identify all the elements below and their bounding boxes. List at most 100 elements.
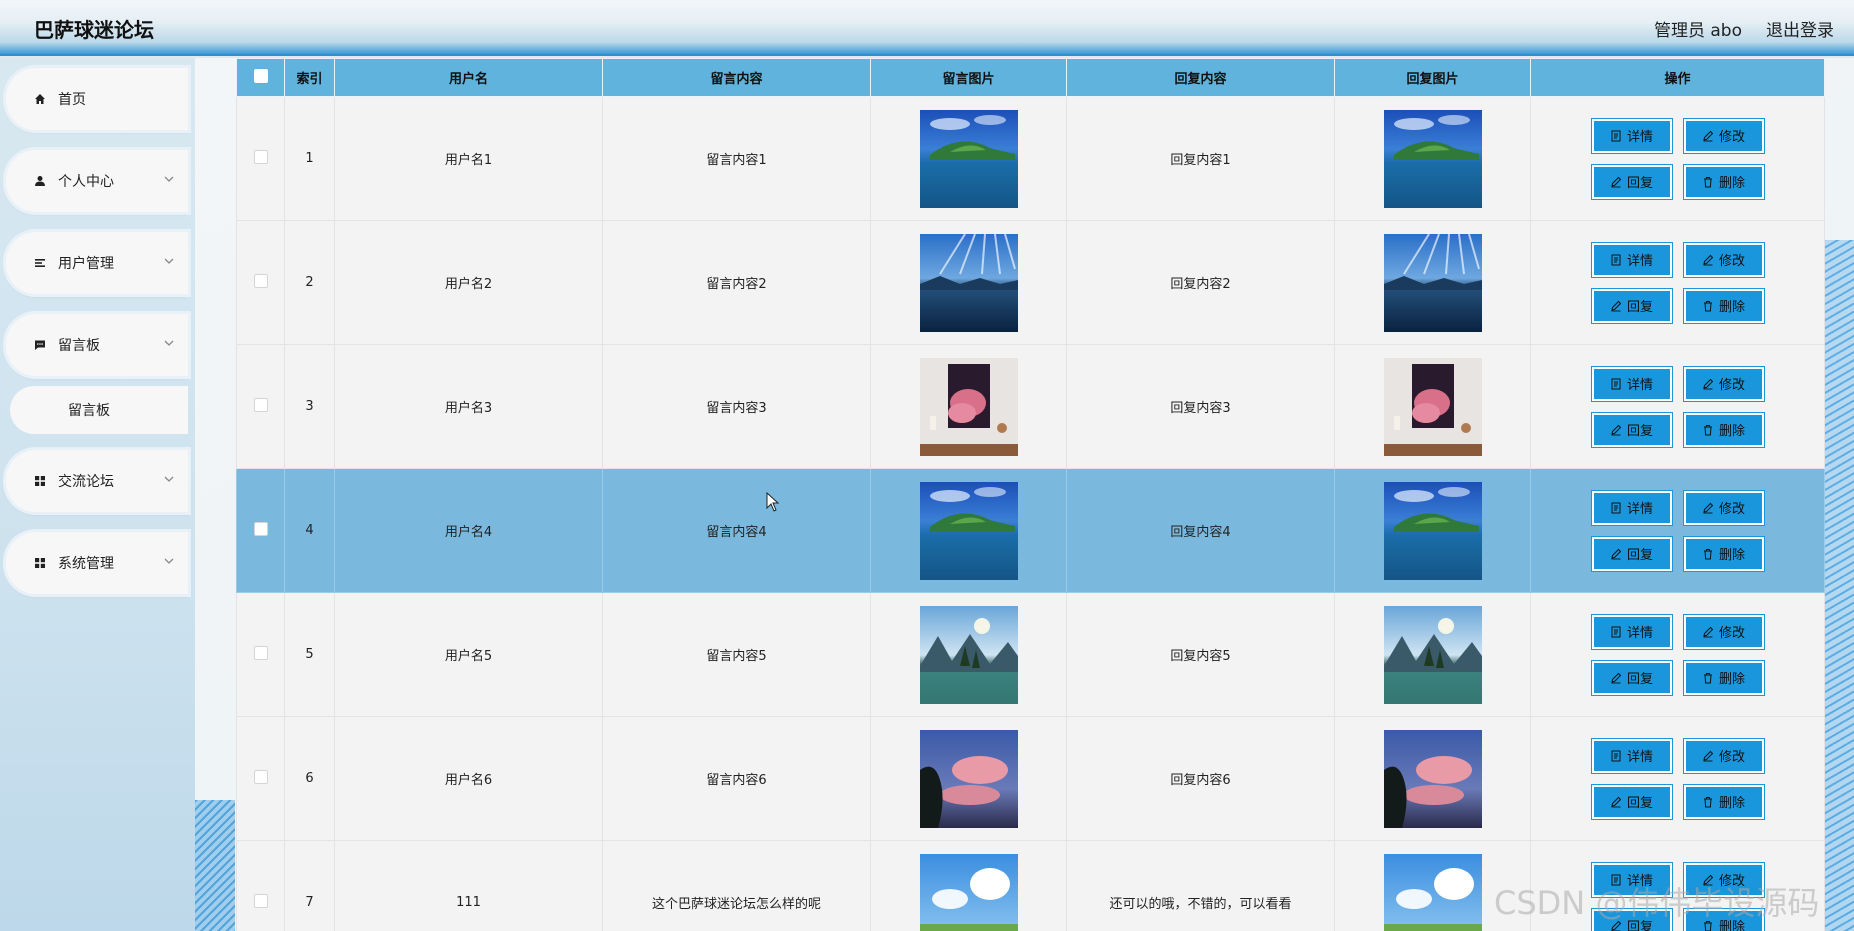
reply-button[interactable]: 回复 — [1590, 411, 1673, 448]
delete-button[interactable]: 删除 — [1682, 287, 1765, 324]
detail-button[interactable]: 详情 — [1590, 489, 1673, 526]
actions-cell: 详情 修改回复 删除 — [1530, 96, 1825, 221]
trash-icon — [1703, 672, 1712, 683]
grid-icon — [32, 473, 48, 489]
reply-button[interactable]: 回复 — [1590, 163, 1673, 200]
select-cell — [236, 96, 285, 221]
detail-button[interactable]: 详情 — [1590, 737, 1673, 774]
reply-image[interactable] — [1383, 233, 1482, 332]
detail-button[interactable]: 详情 — [1590, 613, 1673, 650]
reply-button[interactable]: 回复 — [1590, 783, 1673, 820]
reply-image[interactable] — [1383, 605, 1482, 704]
reply-image-cell — [1334, 220, 1531, 345]
table-header-row: 索引 用户名 留言内容 留言图片 回复内容 回复图片 操作 — [236, 58, 1825, 97]
button-label: 回复 — [1626, 300, 1653, 315]
sidebar-item-home[interactable]: 首页 — [6, 68, 188, 130]
table-row[interactable]: 1 用户名1 留言内容1 回复内容1 详情 修改 回复 删除 — [236, 96, 1825, 221]
delete-button[interactable]: 删除 — [1682, 783, 1765, 820]
admin-user-label[interactable]: 管理员 abo — [1654, 16, 1742, 41]
delete-button[interactable]: 删除 — [1682, 163, 1765, 200]
sidebar-item-user-management[interactable]: 用户管理 — [6, 232, 188, 294]
row-checkbox[interactable] — [253, 397, 268, 412]
username-cell: 用户名6 — [334, 716, 603, 841]
sidebar-item-label: 留言板 — [58, 338, 100, 354]
index-cell: 1 — [284, 96, 335, 221]
message-image-cell — [870, 220, 1067, 345]
button-label: 详情 — [1626, 626, 1653, 641]
message-cell: 留言内容1 — [602, 96, 871, 221]
reply-button[interactable]: 回复 — [1590, 535, 1673, 572]
logout-link[interactable]: 退出登录 — [1766, 16, 1834, 41]
sidebar-item-system-management[interactable]: 系统管理 — [6, 532, 188, 594]
message-image[interactable] — [919, 481, 1018, 580]
pencil-icon — [1703, 130, 1714, 141]
edit-button[interactable]: 修改 — [1682, 613, 1765, 650]
chevron-down-icon — [164, 340, 174, 346]
message-cell: 留言内容5 — [602, 592, 871, 717]
reply-image[interactable] — [1383, 729, 1482, 828]
table-row[interactable]: 3 用户名3 留言内容3 回复内容3 详情 修改 回复 删除 — [236, 344, 1825, 469]
sidebar-item-label: 个人中心 — [58, 174, 114, 190]
reply-image[interactable] — [1383, 109, 1482, 208]
edit-button[interactable]: 修改 — [1682, 365, 1765, 402]
message-image[interactable] — [919, 853, 1018, 931]
delete-button[interactable]: 删除 — [1682, 411, 1765, 448]
message-image[interactable] — [919, 729, 1018, 828]
message-image[interactable] — [919, 605, 1018, 704]
row-checkbox[interactable] — [253, 273, 268, 288]
sidebar-subitem-message-board[interactable]: 留言板 — [10, 386, 188, 434]
document-icon — [1611, 254, 1621, 265]
detail-button[interactable]: 详情 — [1590, 365, 1673, 402]
reply-image[interactable] — [1383, 357, 1482, 456]
index-cell: 6 — [284, 716, 335, 841]
button-label: 详情 — [1626, 130, 1653, 145]
row-checkbox[interactable] — [253, 769, 268, 784]
column-header: 操作 — [1530, 58, 1825, 97]
reply-image[interactable] — [1383, 481, 1482, 580]
sidebar-item-label: 交流论坛 — [58, 474, 114, 490]
reply-button[interactable]: 回复 — [1590, 287, 1673, 324]
detail-button[interactable]: 详情 — [1590, 241, 1673, 278]
table-row[interactable]: 6 用户名6 留言内容6 回复内容6 详情 修改 回复 删除 — [236, 716, 1825, 841]
edit-button[interactable]: 修改 — [1682, 489, 1765, 526]
reply-image-cell — [1334, 716, 1531, 841]
select-all-checkbox[interactable] — [253, 68, 268, 83]
list-icon — [32, 255, 48, 271]
edit-button[interactable]: 修改 — [1682, 241, 1765, 278]
reply-image[interactable] — [1383, 853, 1482, 931]
edit-button[interactable]: 修改 — [1682, 117, 1765, 154]
button-label: 修改 — [1718, 130, 1745, 145]
reply-image-cell — [1334, 96, 1531, 221]
reply-cell: 回复内容4 — [1066, 468, 1335, 593]
button-label: 修改 — [1718, 254, 1745, 269]
button-label: 删除 — [1718, 300, 1745, 315]
mouse-cursor-icon — [766, 492, 780, 512]
message-image[interactable] — [919, 109, 1018, 208]
row-checkbox[interactable] — [253, 521, 268, 536]
chevron-down-icon — [164, 476, 174, 482]
sidebar-item-personal-center[interactable]: 个人中心 — [6, 150, 188, 212]
row-checkbox[interactable] — [253, 149, 268, 164]
column-header: 留言内容 — [602, 58, 871, 97]
message-icon — [32, 337, 48, 353]
username-cell: 用户名5 — [334, 592, 603, 717]
index-cell: 4 — [284, 468, 335, 593]
message-image[interactable] — [919, 357, 1018, 456]
row-checkbox[interactable] — [253, 893, 268, 908]
detail-button[interactable]: 详情 — [1590, 117, 1673, 154]
row-checkbox[interactable] — [253, 645, 268, 660]
document-icon — [1611, 130, 1621, 141]
table-row[interactable]: 4 用户名4 留言内容4 回复内容4 详情 修改 回复 删除 — [236, 468, 1825, 593]
message-image[interactable] — [919, 233, 1018, 332]
reply-button[interactable]: 回复 — [1590, 659, 1673, 696]
actions-cell: 详情 修改回复 删除 — [1530, 220, 1825, 345]
button-label: 删除 — [1718, 672, 1745, 687]
index-cell: 2 — [284, 220, 335, 345]
sidebar-item-forum[interactable]: 交流论坛 — [6, 450, 188, 512]
edit-button[interactable]: 修改 — [1682, 737, 1765, 774]
delete-button[interactable]: 删除 — [1682, 535, 1765, 572]
sidebar-item-message-board[interactable]: 留言板 — [6, 314, 188, 376]
delete-button[interactable]: 删除 — [1682, 659, 1765, 696]
table-row[interactable]: 5 用户名5 留言内容5 回复内容5 详情 修改 回复 删除 — [236, 592, 1825, 717]
table-row[interactable]: 2 用户名2 留言内容2 回复内容2 详情 修改 回复 删除 — [236, 220, 1825, 345]
